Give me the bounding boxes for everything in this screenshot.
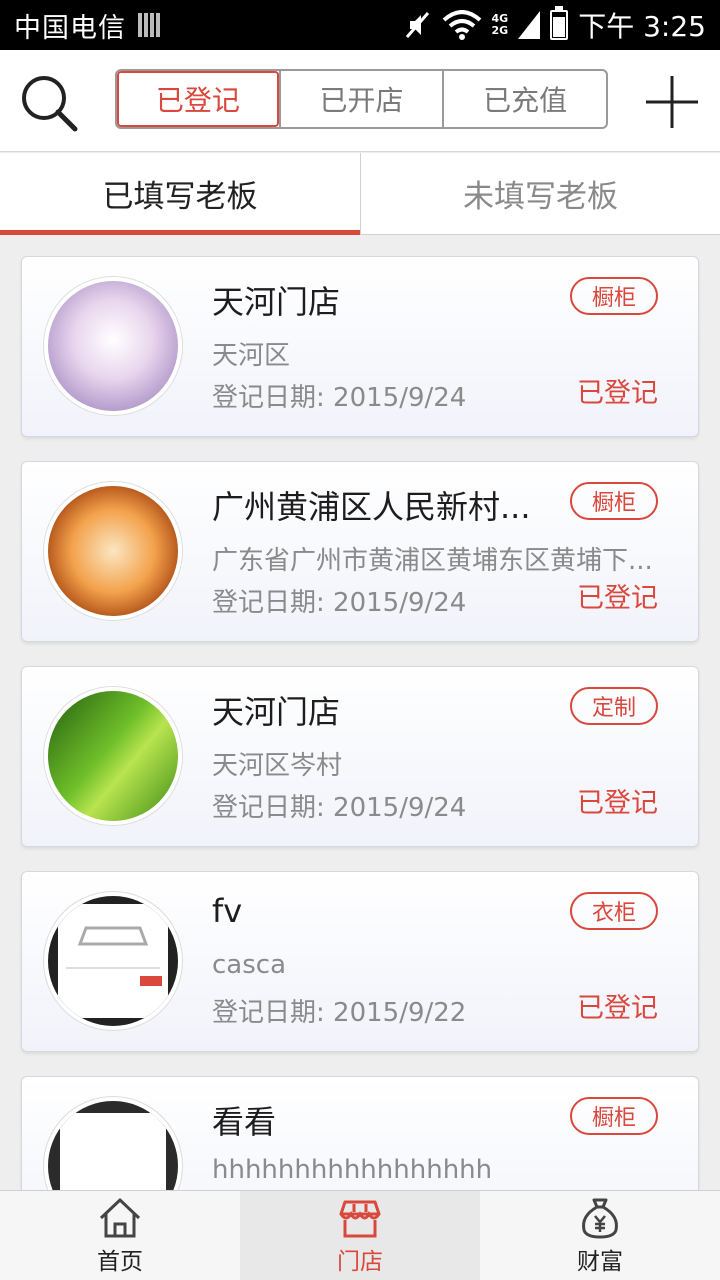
status-label: 已登记 [577,993,658,1024]
carrier-name: 中国电信 [14,12,126,44]
store-address: casca [212,950,287,980]
category-badge: 橱柜 [570,1097,658,1135]
register-date: 登记日期: 2015/9/24 [212,377,466,414]
bottom-nav: 首页 门店 财富 [0,1190,720,1280]
clock: 下午 3:25 [578,10,706,43]
status-bar: 中国电信 4G 2G 下午 3:25 [0,0,720,50]
store-name: 广州黄浦区人民新村... [212,488,531,526]
top-nav: 已登记 已开店 已充值 [0,50,720,152]
store-avatar [44,277,182,415]
register-date-label: 登记日期: [212,383,325,413]
status-label: 已登记 [577,788,658,819]
segment-registered[interactable]: 已登记 [117,71,279,127]
wifi-icon [442,10,481,40]
store-card[interactable]: fv casca 登记日期: 2015/9/22 衣柜 已登记 [21,871,699,1052]
status-label: 已登记 [577,583,658,614]
store-address: 广东省广州市黄浦区黄埔东区黄埔下... [212,546,653,576]
segment-recharged[interactable]: 已充值 [442,71,606,127]
store-name: 看看 [212,1103,277,1141]
store-address: 天河区 [212,341,291,371]
store-avatar [44,482,182,620]
category-badge: 橱柜 [570,482,658,520]
register-date-value: 2015/9/24 [333,793,467,823]
nav-wealth[interactable]: 财富 [480,1191,720,1280]
network-2g-label: 2G [491,24,509,37]
store-avatar [44,1097,182,1190]
category-badge: 衣柜 [570,892,658,930]
cell-signal-icon [518,11,541,39]
segment-opened[interactable]: 已开店 [278,71,443,127]
register-date-value: 2015/9/22 [333,998,467,1028]
register-date: 登记日期: 2015/9/22 [212,992,466,1029]
boss-tabs: 已填写老板 未填写老板 [0,153,720,235]
nav-wealth-label: 财富 [577,1248,623,1275]
register-date-label: 登记日期: [212,588,325,618]
store-icon [339,1200,381,1237]
category-badge: 定制 [570,687,658,725]
store-avatar [44,687,182,825]
add-icon[interactable] [642,72,702,132]
money-bag-icon [582,1198,618,1239]
status-segment-control: 已登记 已开店 已充值 [115,69,608,129]
store-address: 天河区岑村 [212,751,343,781]
store-card[interactable]: 天河门店 天河区岑村 登记日期: 2015/9/24 定制 已登记 [21,666,699,847]
category-badge: 橱柜 [570,277,658,315]
store-card[interactable]: 看看 hhhhhhhhhhhhhhhhh 橱柜 [21,1076,699,1190]
register-date: 登记日期: 2015/9/24 [212,787,466,824]
store-name: fv [212,892,243,930]
store-name: 天河门店 [212,693,341,731]
register-date-value: 2015/9/24 [333,383,467,413]
status-label: 已登记 [577,378,658,409]
store-screenshot-icon [48,896,178,1026]
battery-icon [550,6,569,40]
store-avatar [44,892,182,1030]
register-date-label: 登记日期: [212,793,325,823]
register-date-value: 2015/9/24 [333,588,467,618]
home-icon [99,1198,141,1237]
nav-store[interactable]: 门店 [240,1191,480,1280]
nav-store-label: 门店 [337,1248,383,1275]
mute-icon [405,12,429,38]
sim-signal-icon [138,13,160,37]
search-icon[interactable] [18,72,80,134]
store-card[interactable]: 广州黄浦区人民新村... 广东省广州市黄浦区黄埔东区黄埔下... 登记日期: 2… [21,461,699,642]
nav-home-label: 首页 [97,1248,143,1275]
store-list: 天河门店 天河区 登记日期: 2015/9/24 橱柜 已登记 广州黄浦区人民新… [0,235,720,1190]
tab-boss-filled[interactable]: 已填写老板 [0,153,360,235]
nav-home[interactable]: 首页 [0,1191,240,1280]
store-name: 天河门店 [212,283,341,321]
tab-boss-unfilled[interactable]: 未填写老板 [360,153,720,234]
store-address: hhhhhhhhhhhhhhhhh [212,1155,493,1185]
register-date-label: 登记日期: [212,998,325,1028]
store-card[interactable]: 天河门店 天河区 登记日期: 2015/9/24 橱柜 已登记 [21,256,699,437]
register-date: 登记日期: 2015/9/24 [212,582,466,619]
